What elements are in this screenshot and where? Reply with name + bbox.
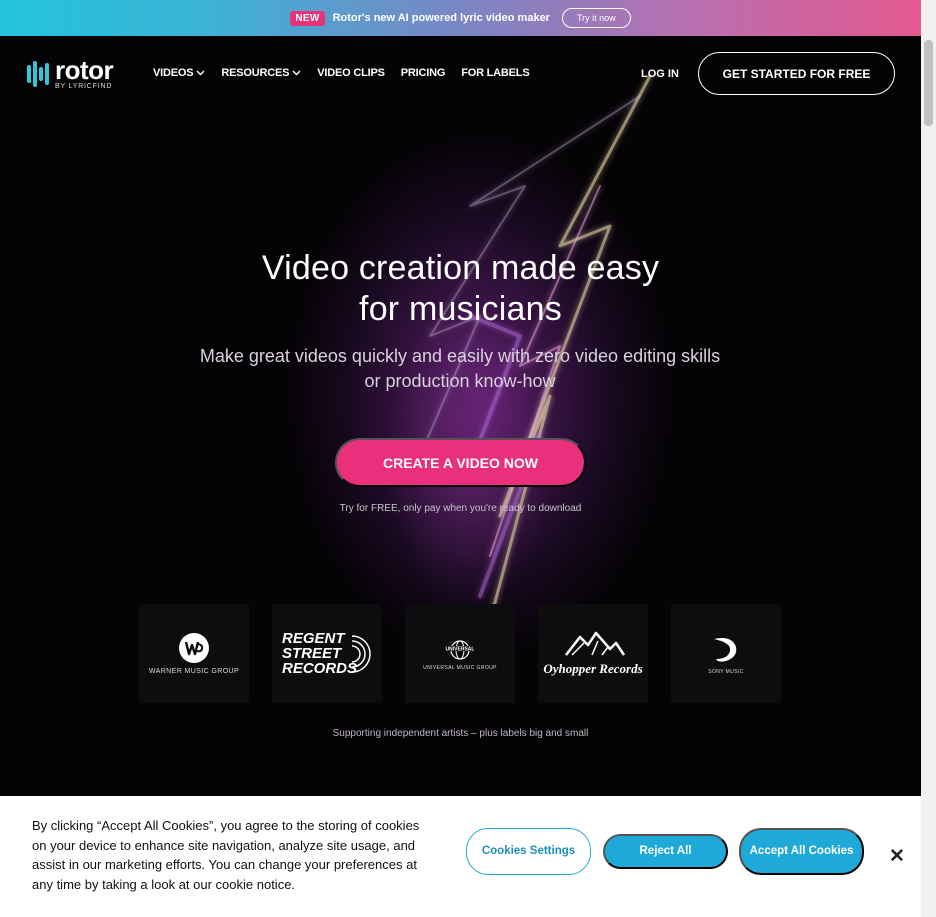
regent-street-label: REGENT STREET RECORDS (282, 630, 358, 677)
nav-item-videos[interactable]: VIDEOS (153, 67, 205, 79)
svg-text:UNIVERSAL: UNIVERSAL (446, 646, 475, 652)
label-logos: WARNER MUSIC GROUP REGENT STREET RECORDS… (139, 604, 781, 703)
universal-globe-icon: UNIVERSAL (446, 639, 475, 660)
sony-music-icon (714, 637, 737, 662)
warner-music-logo: WARNER MUSIC GROUP (139, 604, 249, 703)
sony-music-label: SONY MUSIC (708, 668, 744, 675)
create-video-button[interactable]: CREATE A VIDEO NOW (335, 438, 586, 487)
hero-headline: Video creation made easy for musicians (0, 248, 921, 330)
chevron-down-icon (292, 70, 301, 76)
mountain-icon (565, 631, 626, 656)
sony-music-logo: SONY MUSIC (671, 604, 781, 703)
universal-music-logo: UNIVERSAL UNIVERSAL MUSIC GROUP (405, 604, 515, 703)
logo-wordmark: rotor (55, 55, 114, 85)
nav-item-label: PRICING (400, 67, 446, 79)
try-it-now-button[interactable]: Try it now (561, 8, 631, 28)
regent-street-logo: REGENT STREET RECORDS (272, 604, 382, 703)
reject-all-button[interactable]: Reject All (603, 834, 728, 869)
nav-links: VIDEOS RESOURCES VIDEO CLIPS PRICING FOR… (153, 67, 545, 79)
supporting-text: Supporting independent artists – plus la… (332, 728, 589, 739)
hero-section: rotor BY LYRICFIND VIDEOS RESOURCES VIDE… (0, 36, 921, 917)
hero-subhead: Make great videos quickly and easily wit… (199, 346, 721, 391)
nav-item-resources[interactable]: RESOURCES (221, 67, 301, 79)
new-badge: NEW (290, 10, 325, 26)
vinyl-record-icon (351, 634, 371, 673)
chevron-down-icon (196, 70, 205, 76)
oyhopper-label: Oyhopper Records (543, 660, 643, 676)
cookie-text: By clicking “Accept All Cookies”, you ag… (32, 818, 420, 892)
cookie-banner: By clicking “Accept All Cookies”, you ag… (0, 796, 921, 917)
warner-music-icon (179, 633, 209, 663)
main-nav: rotor BY LYRICFIND VIDEOS RESOURCES VIDE… (0, 52, 921, 96)
nav-item-label: RESOURCES (221, 67, 290, 79)
promo-bar: NEW Rotor's new AI powered lyric video m… (0, 0, 921, 36)
close-icon[interactable]: ✕ (889, 845, 905, 868)
scrollbar[interactable] (921, 0, 936, 917)
universal-music-label: UNIVERSAL MUSIC GROUP (423, 664, 497, 671)
logo-subtitle: BY LYRICFIND (55, 83, 113, 90)
nav-item-pricing[interactable]: PRICING (400, 67, 446, 79)
headline-line-2: for musicians (359, 290, 562, 328)
nav-item-video-clips[interactable]: VIDEO CLIPS (317, 67, 385, 79)
scrollbar-thumb[interactable] (924, 40, 933, 126)
rotor-logo[interactable]: rotor BY LYRICFIND (27, 55, 114, 90)
get-started-button[interactable]: GET STARTED FOR FREE (698, 52, 895, 95)
warner-music-label: WARNER MUSIC GROUP (148, 668, 240, 675)
oyhopper-records-logo: Oyhopper Records (538, 604, 648, 703)
headline-line-1: Video creation made easy (261, 249, 660, 287)
accept-all-cookies-button[interactable]: Accept All Cookies (739, 828, 864, 875)
rotor-logo-icon (27, 61, 49, 87)
nav-item-label: VIDEOS (153, 67, 194, 79)
cookies-settings-button[interactable]: Cookies Settings (466, 828, 591, 875)
nav-item-label: VIDEO CLIPS (317, 67, 385, 79)
cta-note: Try for FREE, only pay when you're ready… (339, 503, 582, 514)
nav-item-label: FOR LABELS (461, 67, 530, 79)
promo-text: Rotor's new AI powered lyric video maker (332, 12, 550, 24)
nav-item-for-labels[interactable]: FOR LABELS (461, 67, 529, 79)
login-link[interactable]: LOG IN (641, 68, 679, 80)
